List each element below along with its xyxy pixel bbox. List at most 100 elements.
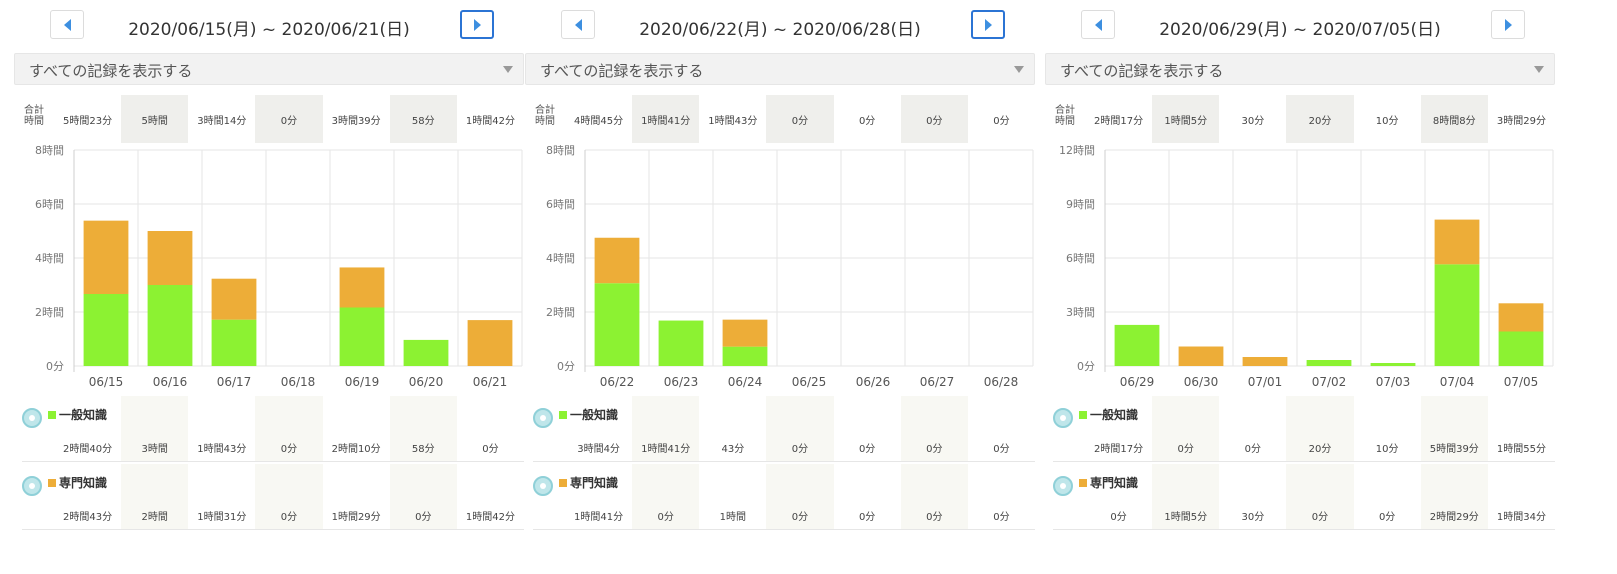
- y-tick-label: 0分: [46, 360, 64, 373]
- x-tick-label: 06/20: [409, 375, 444, 389]
- category-daily-value: 0分: [1311, 512, 1329, 523]
- category-daily-value: 2時間40分: [63, 444, 113, 455]
- next-week-button[interactable]: [1491, 10, 1525, 39]
- category-daily-value: 10分: [1375, 444, 1399, 455]
- category-daily-value: 1時間34分: [1496, 512, 1546, 523]
- x-tick-label: 07/01: [1248, 375, 1283, 389]
- category-daily-value: 3時間4分: [577, 444, 620, 455]
- chevron-left-icon: [1094, 18, 1102, 31]
- record-filter-select[interactable]: すべての記録を表示する: [525, 53, 1035, 85]
- total-time-label: 合計 時間: [1045, 105, 1085, 127]
- legend-swatch: [1079, 411, 1087, 419]
- category-daily-value: 58分: [411, 444, 435, 455]
- bar-general: [1370, 363, 1416, 366]
- category-daily-value: 0分: [1177, 444, 1194, 455]
- record-filter-select[interactable]: すべての記録を表示する: [14, 53, 524, 85]
- category-daily-value: 3時間: [141, 444, 168, 455]
- y-tick-label: 6時間: [1066, 252, 1095, 265]
- category-daily-value: 0分: [657, 512, 674, 523]
- daily-totals-row: 合計 時間 5時間23分 5時間 3時間14分 0分 3時間39分 58分 1時間42分: [14, 95, 524, 143]
- daily-total-cell: 0分: [255, 95, 323, 143]
- bar-general: [339, 307, 385, 366]
- category-daily-value: 0分: [926, 512, 943, 523]
- daily-totals-row: 合計 時間 2時間17分 1時間5分 30分 20分 10分 8時間8分 3時間29分: [1045, 95, 1555, 143]
- special-knowledge-row: 専門知識 1時間41分 0分 1時間 0分 0分 0分 0分: [533, 464, 1035, 530]
- category-daily-value: 0分: [858, 444, 876, 455]
- y-tick-label: 4時間: [546, 252, 575, 265]
- row-divider: [22, 529, 524, 530]
- x-tick-label: 06/19: [345, 375, 380, 389]
- category-daily-value: 0分: [482, 444, 499, 455]
- category-daily-value: 43分: [721, 444, 745, 455]
- bar-special: [594, 237, 640, 284]
- chevron-down-icon: [503, 66, 513, 73]
- category-daily-value: 1時間42分: [465, 512, 515, 523]
- avatar-icon: [533, 476, 553, 496]
- daily-total-cell: 30分: [1241, 115, 1265, 127]
- y-tick-label: 6時間: [35, 198, 64, 211]
- category-label: 専門知識: [570, 476, 619, 490]
- next-week-button[interactable]: [971, 10, 1005, 39]
- daily-total-cell: 8時間8分: [1420, 95, 1488, 143]
- bar-special: [722, 319, 768, 347]
- category-daily-value: 1時間41分: [641, 444, 691, 455]
- category-name: 専門知識: [559, 474, 618, 491]
- x-tick-label: 07/02: [1312, 375, 1347, 389]
- week-range-title: 2020/06/22(月) ~ 2020/06/28(日): [639, 20, 921, 40]
- category-daily-value: 2時間17分: [1094, 444, 1144, 455]
- chevron-down-icon: [1014, 66, 1024, 73]
- bar-special: [467, 320, 513, 366]
- x-tick-label: 07/03: [1376, 375, 1411, 389]
- category-daily-value: 1時間5分: [1164, 512, 1208, 523]
- daily-total-cell: 58分: [389, 95, 457, 143]
- record-filter-select[interactable]: すべての記録を表示する: [1045, 53, 1555, 85]
- week-navigation: 2020/06/15(月) ~ 2020/06/21(日): [14, 10, 524, 40]
- week-panel: 2020/06/29(月) ~ 2020/07/05(日) すべての記録を表示する…: [1045, 0, 1555, 574]
- chart-svg: 0分 2時間 4時間 6時間 8時間 06/15 06/16 06/17 06/18 06/19 0…: [35, 144, 523, 389]
- category-daily-value: 1時間29分: [331, 512, 381, 523]
- category-daily-value: 1時間: [719, 512, 747, 523]
- y-tick-label: 2時間: [35, 306, 64, 319]
- bar-general: [658, 320, 704, 366]
- y-tick-label: 12時間: [1059, 144, 1095, 157]
- week-navigation: 2020/06/29(月) ~ 2020/07/05(日): [1045, 10, 1555, 40]
- row-divider: [1053, 461, 1555, 462]
- bar-general: [722, 346, 768, 366]
- bar-special: [1434, 219, 1480, 265]
- special-knowledge-row: 専門知識 0分 1時間5分 30分 0分 0分 2時間29分 1時間34分: [1053, 464, 1555, 530]
- category-daily-value: 0分: [926, 444, 943, 455]
- avatar-icon: [533, 408, 553, 428]
- category-daily-value: 2時間29分: [1429, 512, 1479, 523]
- stacked-bar-chart: 0分 3時間 6時間 9時間 12時間 06/29 06/30 07/01 07/02 07/03…: [1045, 144, 1555, 392]
- category-daily-value: 1時間55分: [1496, 444, 1546, 455]
- x-tick-label: 06/24: [728, 375, 763, 389]
- special-knowledge-row: 専門知識 2時間43分 2時間 1時間31分 0分 1時間29分 0分 1時間42分: [22, 464, 524, 530]
- daily-total-cell: 20分: [1286, 95, 1354, 143]
- total-label-line1: 合計: [535, 105, 555, 116]
- next-week-button[interactable]: [460, 10, 494, 39]
- category-daily-value: 0分: [280, 512, 298, 523]
- category-daily-value: 1時間41分: [574, 512, 624, 523]
- x-tick-label: 06/26: [856, 375, 891, 389]
- category-daily-value: 20分: [1308, 444, 1332, 455]
- bar-special: [83, 220, 129, 294]
- row-divider: [22, 461, 524, 462]
- category-daily-value: 30分: [1241, 512, 1265, 523]
- category-daily-value: 0分: [1378, 512, 1396, 523]
- total-label-line2: 時間: [535, 116, 555, 127]
- category-daily-value: 0分: [858, 512, 876, 523]
- category-name: 専門知識: [48, 474, 107, 491]
- daily-total-cell: 3時間14分: [197, 115, 247, 127]
- daily-total-cell: 1時間43分: [708, 115, 758, 127]
- daily-total-cell: 3時間29分: [1496, 115, 1546, 127]
- week-panel: 2020/06/22(月) ~ 2020/06/28(日) すべての記録を表示する…: [525, 0, 1035, 574]
- legend-swatch: [559, 411, 567, 419]
- category-daily-value: 1時間31分: [197, 512, 247, 523]
- general-knowledge-row: 一般知識 2時間40分 3時間 1時間43分 0分 2時間10分 58分 0分: [22, 396, 524, 462]
- x-tick-label: 07/04: [1440, 375, 1475, 389]
- avatar-icon: [1053, 408, 1073, 428]
- general-knowledge-row: 一般知識 3時間4分 1時間41分 43分 0分 0分 0分 0分: [533, 396, 1035, 462]
- bar-general: [1498, 331, 1544, 366]
- record-filter-value: すべての記録を表示する: [1060, 62, 1224, 80]
- category-daily-value: 0分: [791, 444, 809, 455]
